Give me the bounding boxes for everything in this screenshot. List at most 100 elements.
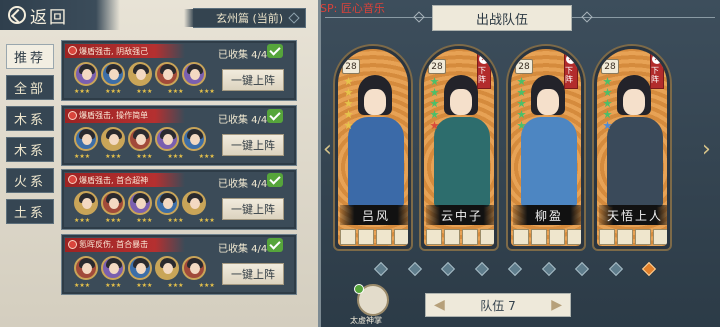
equipment-slot[interactable] [462, 229, 478, 245]
tab-recommended[interactable]: 推荐 [6, 44, 54, 69]
hero-portrait[interactable] [101, 62, 125, 86]
equipment-slot[interactable] [617, 229, 633, 245]
hero-portrait[interactable] [101, 191, 125, 215]
team-selector-label: 队伍 7 [480, 298, 516, 313]
equipment-slot[interactable] [567, 229, 581, 245]
equipment-slot[interactable] [358, 229, 374, 245]
banner-icon [68, 239, 77, 249]
equipment-slot[interactable] [340, 229, 356, 245]
hero-portrait[interactable] [155, 255, 179, 280]
row-portraits [74, 62, 206, 86]
portrait-stars: ★★★ [167, 88, 184, 95]
equipment-slot[interactable] [549, 229, 565, 245]
portrait-stars: ★★★ [74, 152, 91, 160]
hero-portrait[interactable] [74, 255, 98, 280]
tab-earth[interactable]: 土系 [6, 199, 54, 224]
row-banner: 爆盾强击, 操作简单 [65, 108, 185, 123]
preset-row: 爆盾强击, 操作简单 已收集 4/4 ★★★ ★★★ ★★★ ★★★ ★★★ 一键上阵 [61, 104, 297, 166]
preset-row: 爆盾强击, 阴敌强己 已收集 4/4 ★★★ ★★★ ★★★ ★★★ ★★★ 一键上阵 [61, 40, 297, 101]
prev-arrow-icon[interactable]: ‹ [323, 139, 333, 161]
remove-button[interactable]: ✕ 下阵 [477, 51, 491, 89]
row-portraits [74, 126, 206, 151]
remove-button[interactable]: ✕ 下阵 [564, 51, 578, 89]
hero-portrait[interactable] [155, 191, 179, 215]
equipment-slot[interactable] [444, 229, 460, 245]
page-dot[interactable] [608, 261, 623, 277]
row-portraits [74, 191, 206, 215]
page-dot[interactable] [574, 261, 590, 277]
hero-stars [517, 77, 529, 132]
star-icon [603, 110, 612, 119]
hero-card[interactable]: 28 ✕ 下阵 柳盈 [506, 44, 586, 251]
hero-portrait[interactable] [182, 62, 206, 86]
check-icon [267, 237, 283, 252]
page-dot[interactable] [474, 261, 489, 277]
star-icon [430, 99, 439, 108]
hero-portrait[interactable] [74, 126, 98, 151]
hero-level: 28 [428, 59, 446, 74]
page-dot[interactable] [407, 261, 422, 277]
page-dot[interactable] [373, 261, 389, 277]
hero-portrait[interactable] [128, 126, 152, 151]
deploy-button[interactable]: 一键上阵 [222, 262, 284, 285]
tab-wood-1[interactable]: 木系 [6, 106, 54, 131]
page-dot[interactable] [440, 261, 456, 277]
row-stars: ★★★ ★★★ ★★★ ★★★ ★★★ [74, 88, 215, 95]
deploy-button[interactable]: 一键上阵 [222, 133, 284, 156]
equipment-slot[interactable] [635, 229, 651, 245]
hero-portrait[interactable] [155, 62, 179, 86]
tab-fire[interactable]: 火系 [6, 168, 54, 193]
row-banner: 氪晖反伤, 首合暴击 [65, 237, 185, 252]
tab-wood-2[interactable]: 木系 [6, 137, 54, 162]
tab-all[interactable]: 全部 [6, 75, 54, 100]
portrait-stars: ★★★ [74, 88, 91, 95]
equipment-slot[interactable] [653, 229, 667, 245]
hero-portrait[interactable] [182, 255, 206, 280]
deploy-button[interactable]: 一键上阵 [222, 198, 284, 220]
hero-card[interactable]: 28 ✕ 下阵 天悟上人 [592, 44, 672, 251]
hero-portrait[interactable] [128, 191, 152, 215]
row-portraits [74, 255, 206, 280]
equipment-slot[interactable] [426, 229, 442, 245]
equipment-slot[interactable] [480, 229, 494, 245]
deploy-button[interactable]: 一键上阵 [222, 69, 284, 91]
team-selector[interactable]: ◀ 队伍 7 ▶ [425, 293, 571, 317]
equipment-slot[interactable] [599, 229, 615, 245]
hero-portrait[interactable] [182, 191, 206, 215]
portrait-stars: ★★★ [105, 152, 122, 160]
equipment-slot[interactable] [376, 229, 392, 245]
remove-button[interactable]: ✕ 下阵 [650, 51, 664, 89]
page-dot[interactable] [641, 261, 657, 277]
portrait-stars: ★★★ [136, 152, 153, 160]
hero-portrait[interactable] [128, 62, 152, 86]
hero-portrait[interactable] [182, 126, 206, 151]
hero-portrait[interactable] [155, 126, 179, 151]
hero-portrait[interactable] [101, 255, 125, 280]
next-arrow-icon[interactable]: › [702, 139, 712, 161]
portrait-stars: ★★★ [198, 152, 215, 160]
hero-card[interactable]: 28 吕风 [333, 44, 413, 251]
check-icon [267, 173, 283, 187]
hero-card[interactable]: 28 ✕ 下阵 云中子 [419, 44, 499, 251]
back-button[interactable]: 返回 [0, 0, 120, 30]
back-label: 返回 [30, 7, 68, 28]
equipment-slot[interactable] [394, 229, 408, 245]
row-tagline: 氪晖反伤, 首合暴击 [79, 240, 149, 249]
equipment-slot[interactable] [513, 229, 529, 245]
hero-name: 吕风 [340, 205, 408, 225]
star-icon [430, 121, 439, 130]
next-team-icon[interactable]: ▶ [551, 297, 562, 313]
remove-label: 下阵 [651, 66, 659, 84]
prev-team-icon[interactable]: ◀ [434, 297, 445, 313]
hero-portrait[interactable] [74, 62, 98, 86]
hero-portrait[interactable] [74, 191, 98, 215]
page-dot[interactable] [541, 261, 556, 277]
hero-portrait[interactable] [128, 255, 152, 280]
page-dot[interactable] [507, 261, 523, 277]
star-icon [517, 88, 526, 97]
diamond-icon [288, 12, 300, 24]
hero-level: 28 [515, 59, 533, 74]
equipment-slot[interactable] [531, 229, 547, 245]
hero-portrait[interactable] [101, 126, 125, 151]
collected-count: 已收集 4/4 [218, 50, 268, 61]
